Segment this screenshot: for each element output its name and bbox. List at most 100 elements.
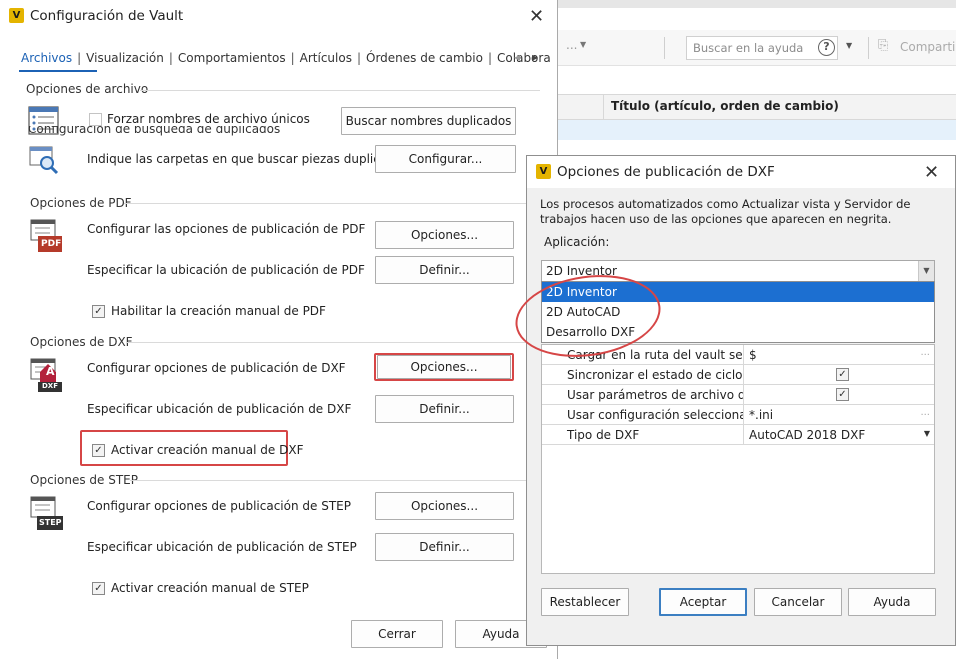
dxf-icon-text: DXF xyxy=(42,382,58,390)
property-value-text: AutoCAD 2018 DXF xyxy=(749,428,866,442)
tab-scroll-left-icon[interactable]: ◂ xyxy=(514,50,520,64)
property-value[interactable]: $... xyxy=(745,345,934,365)
property-checkbox[interactable]: ✓ xyxy=(836,388,849,401)
pdf-options-button[interactable]: Opciones... xyxy=(375,221,514,249)
configure-duplicates-button[interactable]: Configurar... xyxy=(375,145,516,173)
chevron-down-icon[interactable]: ▼ xyxy=(580,40,586,49)
vault-logo-icon: V xyxy=(9,8,24,23)
tab-colabora[interactable]: Colabora xyxy=(497,51,551,65)
cancel-button[interactable]: Cancelar xyxy=(754,588,842,616)
pdf-configure-label: Configurar las opciones de publicación d… xyxy=(87,222,366,236)
close-icon[interactable]: ✕ xyxy=(529,8,544,26)
toolbar-fragment: ... xyxy=(566,38,578,52)
tab-separator: | xyxy=(290,51,295,65)
chevron-down-icon[interactable]: ▼ xyxy=(918,261,934,281)
duplicate-folders-label: Indique las carpetas en que buscar pieza… xyxy=(87,152,413,166)
pdf-manual-checkbox[interactable]: ✓ xyxy=(92,305,105,318)
property-row[interactable]: Usar configuración seleccionad... *.ini.… xyxy=(542,405,934,425)
share-label[interactable]: Compartir xyxy=(900,40,956,54)
section-divider xyxy=(140,90,540,91)
step-file-icon: STEP xyxy=(30,496,63,530)
tab-bar: Archivos | Visualización | Comportamientos | A… xyxy=(21,51,551,65)
section-title-step-options: Opciones de STEP xyxy=(30,473,138,487)
chevron-down-icon[interactable]: ▼ xyxy=(924,429,930,438)
force-unique-names-label: Forzar nombres de archivo únicos xyxy=(107,112,310,126)
property-value[interactable]: *.ini... xyxy=(745,405,934,425)
vault-settings-dialog: V Configuración de Vault ✕ Archivos | Visu… xyxy=(0,0,558,659)
help-circle-icon[interactable]: ? xyxy=(818,39,835,56)
property-value-text: *.ini xyxy=(749,408,774,422)
close-icon[interactable]: ✕ xyxy=(924,164,939,182)
close-button[interactable]: Cerrar xyxy=(351,620,443,648)
dxf-type-select[interactable]: AutoCAD 2018 DXF ▼ xyxy=(745,425,934,445)
section-title-file-options: Opciones de archivo xyxy=(26,82,149,96)
tab-scroll-right-icon[interactable]: ▸ xyxy=(532,50,538,64)
reset-button[interactable]: Restablecer xyxy=(541,588,629,616)
force-unique-names-checkbox[interactable] xyxy=(89,113,102,126)
background-title-strip xyxy=(556,0,956,8)
section-divider xyxy=(124,203,540,204)
property-name: Tipo de DXF xyxy=(542,425,744,445)
help-search-input[interactable]: Buscar en la ayuda xyxy=(686,36,838,60)
pdf-define-button[interactable]: Definir... xyxy=(375,256,514,284)
step-configure-label: Configurar opciones de publicación de ST… xyxy=(87,499,351,513)
step-location-label: Especificar ubicación de publicación de … xyxy=(87,540,357,554)
pdf-icon-text: PDF xyxy=(41,239,62,249)
tab-separator: | xyxy=(77,51,82,65)
help-button[interactable]: Ayuda xyxy=(848,588,936,616)
column-header-title[interactable]: Título (artículo, orden de cambio) xyxy=(611,99,839,113)
tab-archivos[interactable]: Archivos xyxy=(21,51,72,65)
property-row[interactable]: Tipo de DXF AutoCAD 2018 DXF ▼ xyxy=(542,425,934,445)
step-define-button[interactable]: Definir... xyxy=(375,533,514,561)
property-name: Usar parámetros de archivo de ... xyxy=(542,385,744,405)
property-name: Usar configuración seleccionad... xyxy=(542,405,744,425)
section-divider xyxy=(130,480,540,481)
duplicate-search-section-title: Configuración de búsqueda de duplicados xyxy=(28,126,280,136)
dialog-title: Opciones de publicación de DXF xyxy=(557,164,775,180)
dxf-options-button[interactable]: Opciones... xyxy=(377,355,511,379)
application-label: Aplicación: xyxy=(544,235,610,249)
dxf-manual-checkbox[interactable]: ✓ xyxy=(92,444,105,457)
dxf-configure-label: Configurar opciones de publicación de DX… xyxy=(87,361,346,375)
toolbar-separator xyxy=(664,37,665,59)
dxf-publish-options-dialog: V Opciones de publicación de DXF ✕ Los p… xyxy=(510,155,956,646)
duplicate-search-title-text: Configuración de búsqueda de duplicados xyxy=(28,126,281,136)
tab-separator: | xyxy=(487,51,493,65)
toolbar-separator xyxy=(868,37,869,59)
dialog-title: Configuración de Vault xyxy=(30,8,184,24)
pdf-location-label: Especificar la ubicación de publicación … xyxy=(87,263,365,277)
browse-ellipsis[interactable]: ... xyxy=(920,347,930,358)
browse-ellipsis[interactable]: ... xyxy=(920,407,930,418)
tab-ordenes-de-cambio[interactable]: Órdenes de cambio xyxy=(366,51,483,65)
property-name: Sincronizar el estado de ciclo d... xyxy=(542,365,744,385)
dxf-file-icon: A DXF xyxy=(30,358,62,392)
magnifier-search-icon xyxy=(28,144,60,176)
pdf-file-icon: PDF xyxy=(30,219,62,252)
find-duplicates-button[interactable]: Buscar nombres duplicados xyxy=(341,107,516,135)
active-tab-indicator xyxy=(19,70,97,72)
table-row[interactable] xyxy=(556,120,956,140)
step-manual-checkbox[interactable]: ✓ xyxy=(92,582,105,595)
tab-visualizacion[interactable]: Visualización xyxy=(86,51,164,65)
property-checkbox[interactable]: ✓ xyxy=(836,368,849,381)
accept-button[interactable]: Aceptar xyxy=(659,588,747,616)
dxf-location-label: Especificar ubicación de publicación de … xyxy=(87,402,352,416)
pdf-manual-label: Habilitar la creación manual de PDF xyxy=(111,304,326,318)
section-title-dxf-options: Opciones de DXF xyxy=(30,335,133,349)
search-dropdown-icon[interactable]: ▼ xyxy=(846,41,852,50)
step-options-button[interactable]: Opciones... xyxy=(375,492,514,520)
section-title-pdf-options: Opciones de PDF xyxy=(30,196,132,210)
tab-separator: | xyxy=(168,51,173,65)
dxf-description: Los procesos automatizados como Actualiz… xyxy=(540,197,911,226)
share-icon[interactable]: ⎘ xyxy=(878,38,888,53)
step-manual-label: Activar creación manual de STEP xyxy=(111,581,309,595)
property-row[interactable]: Sincronizar el estado de ciclo d... ✓ xyxy=(542,365,934,385)
property-value[interactable]: ✓ xyxy=(745,365,934,385)
tab-comportamientos[interactable]: Comportamientos xyxy=(178,51,286,65)
dxf-manual-label: Activar creación manual de DXF xyxy=(111,443,304,457)
dxf-define-button[interactable]: Definir... xyxy=(375,395,514,423)
property-row[interactable]: Usar parámetros de archivo de ... ✓ xyxy=(542,385,934,405)
property-value[interactable]: ✓ xyxy=(745,385,934,405)
tab-articulos[interactable]: Artículos xyxy=(300,51,352,65)
tab-separator: | xyxy=(356,51,361,65)
